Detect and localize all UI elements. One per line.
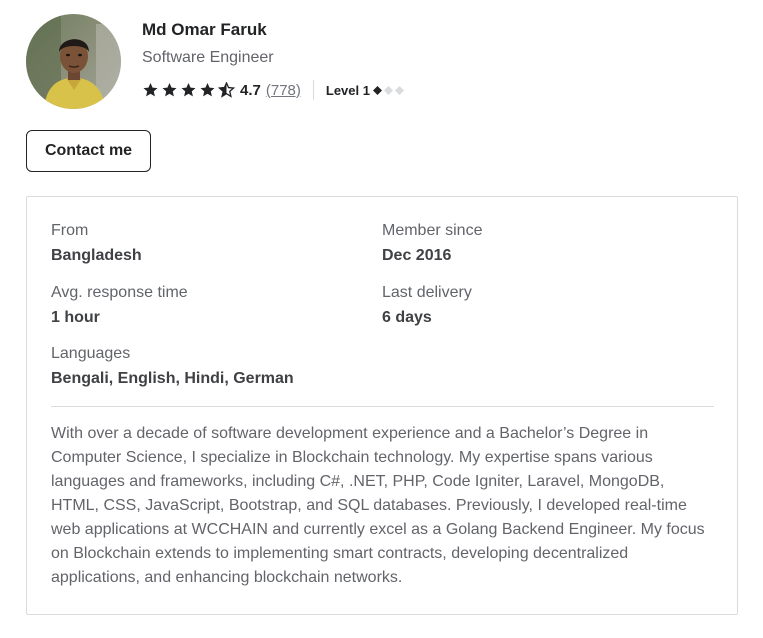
stat-member-since-label: Member since [382, 222, 483, 239]
stat-member-since: Member since Dec 2016 [382, 221, 482, 266]
seller-name[interactable]: Md Omar Faruk [142, 20, 267, 40]
star-icon [200, 83, 215, 97]
stat-languages: Languages Bengali, English, Hindi, Germa… [51, 344, 294, 389]
stat-last-delivery-value: 6 days [382, 309, 432, 326]
stat-languages-value: Bengali, English, Hindi, German [51, 370, 294, 387]
diamond-icon [394, 85, 404, 95]
seller-info-card: From Bangladesh Member since Dec 2016 Av… [26, 196, 738, 615]
stat-last-delivery: Last delivery 6 days [382, 283, 472, 328]
stat-from-value: Bangladesh [51, 247, 142, 264]
diamond-icon [372, 85, 382, 95]
star-icon [143, 83, 158, 97]
rating-score: 4.7 [240, 81, 261, 99]
stat-response-time-value: 1 hour [51, 309, 100, 326]
rating-count-link[interactable]: (778) [266, 82, 301, 99]
diamond-icon [383, 85, 393, 95]
star-icon [181, 83, 196, 97]
avatar-photo [26, 14, 121, 109]
stat-from-label: From [51, 222, 89, 239]
stat-from: From Bangladesh [51, 221, 142, 266]
seller-level-label: Level 1 [325, 82, 370, 98]
stat-response-time: Avg. response time 1 hour [51, 283, 188, 328]
star-half-icon [218, 82, 235, 98]
rating-divider [312, 80, 314, 100]
contact-me-button[interactable]: Contact me [26, 130, 151, 172]
seller-title: Software Engineer [142, 49, 274, 66]
star-icon [162, 83, 177, 97]
avatar[interactable] [26, 14, 121, 109]
rating-row: 4.7 (778) Level 1 [142, 79, 404, 101]
stat-member-since-value: Dec 2016 [382, 247, 452, 264]
seller-description: With over a decade of software developme… [51, 425, 705, 586]
card-divider [51, 406, 714, 407]
rating-stars [142, 82, 235, 98]
seller-level-diamonds [372, 85, 404, 95]
stat-languages-label: Languages [51, 345, 131, 362]
stat-last-delivery-label: Last delivery [382, 284, 472, 301]
stat-response-time-label: Avg. response time [51, 284, 188, 301]
